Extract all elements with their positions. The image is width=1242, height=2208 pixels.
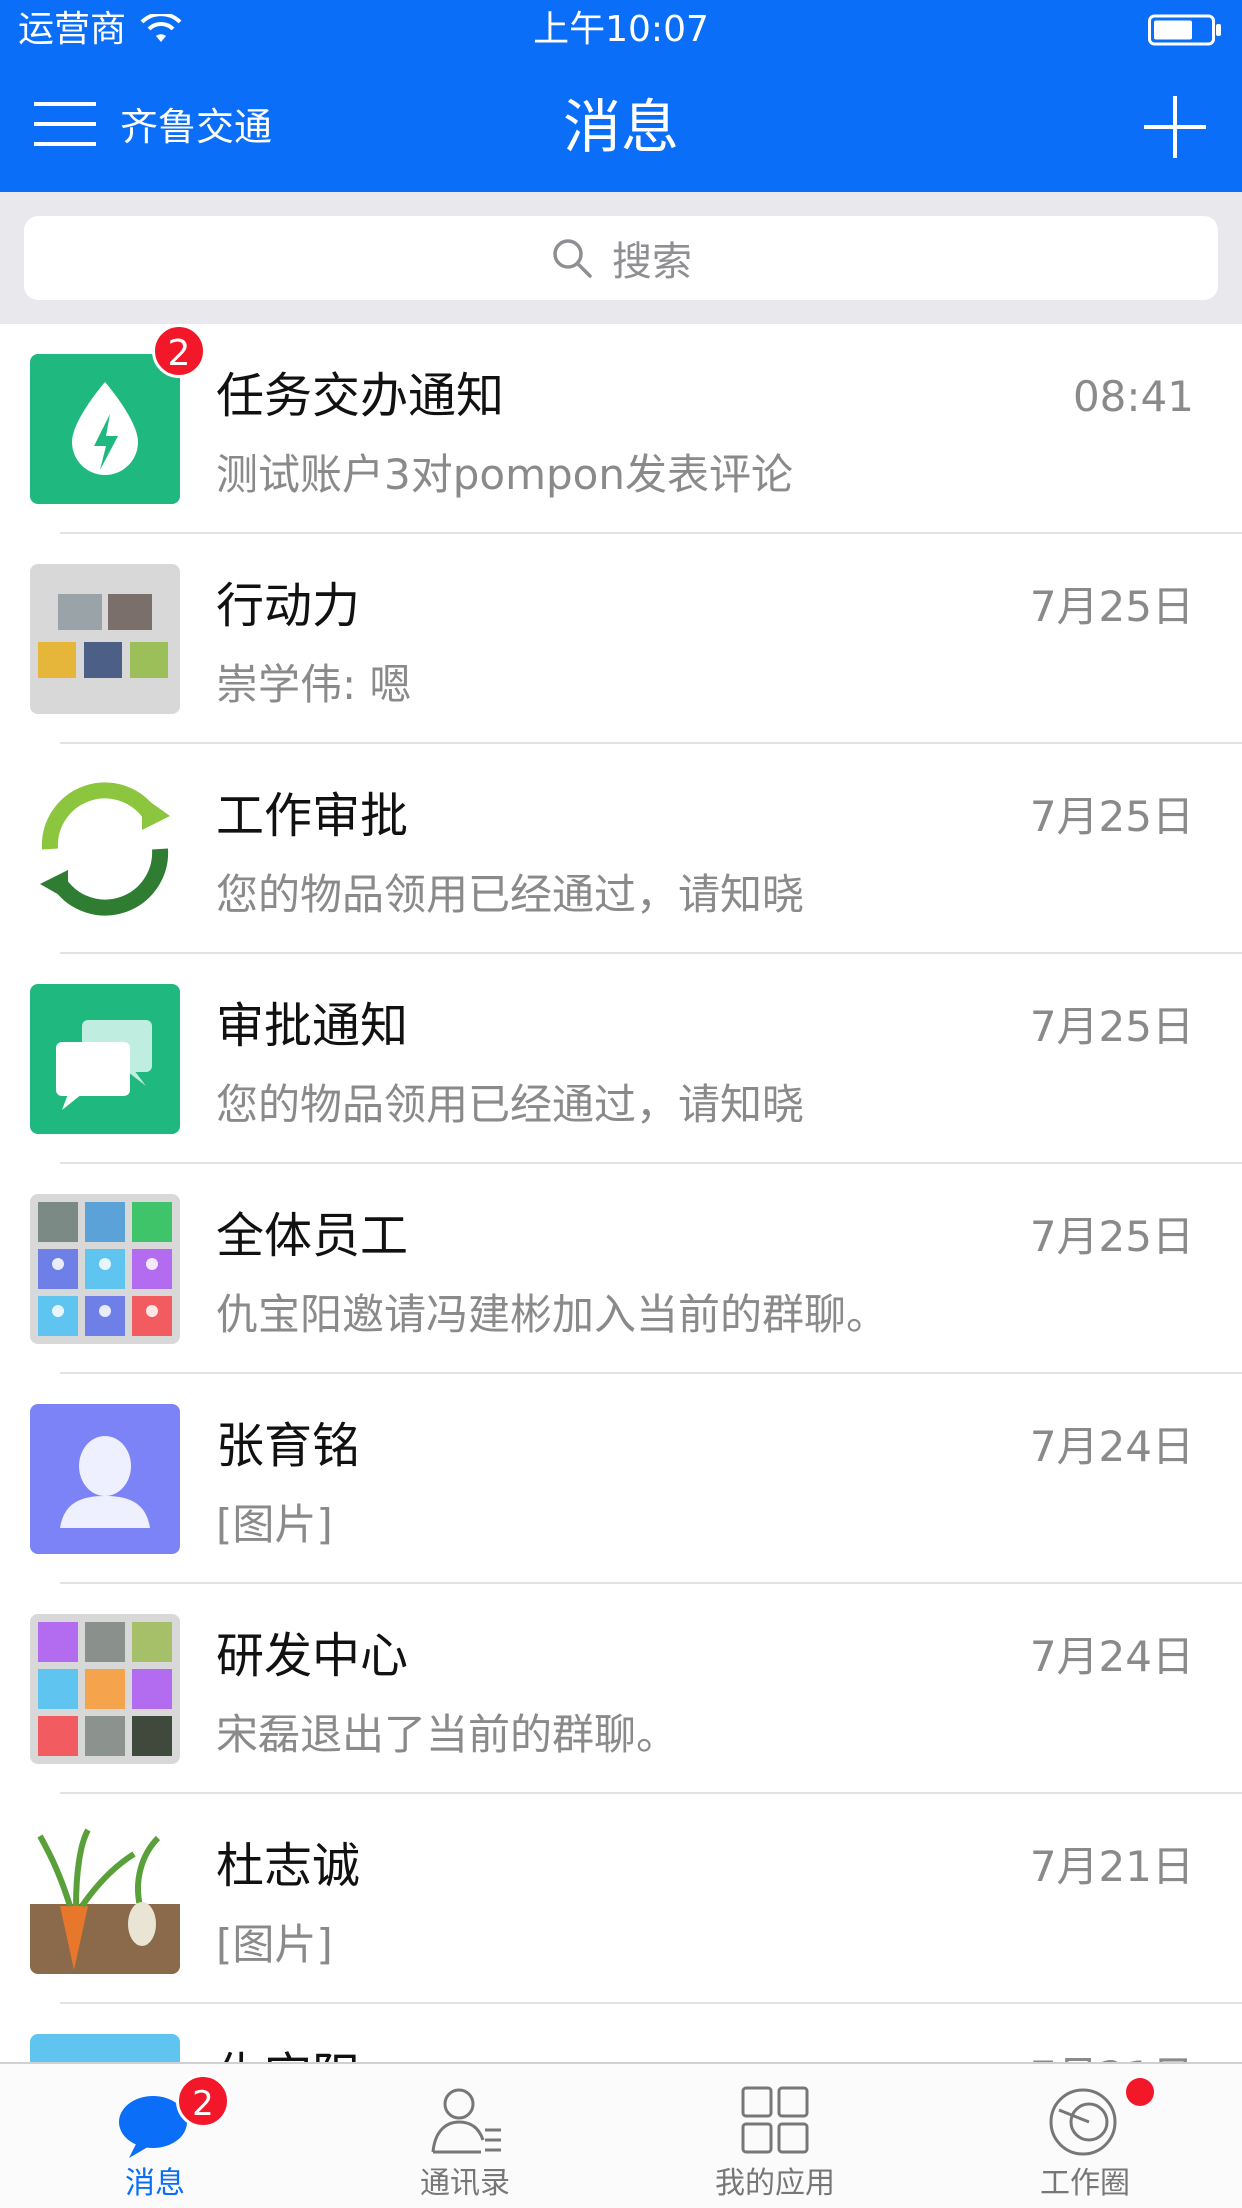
top-bar: 运营商 上午10:07 齐鲁交通 消息 xyxy=(0,0,1242,192)
conversation-preview: 您的物品领用已经通过，请知晓 xyxy=(216,1080,805,1129)
nav-bar: 齐鲁交通 消息 xyxy=(0,62,1242,192)
tab-label: 工作圈 xyxy=(1040,2166,1130,2201)
conversation-preview: 仇宝阳邀请冯建彬加入当前的群聊。 xyxy=(216,1290,889,1339)
conversation-item-xingdongli[interactable]: 行动力 7月25日 崇学伟: 嗯 xyxy=(0,534,1242,744)
tab-label: 消息 xyxy=(125,2166,185,2201)
contacts-icon xyxy=(431,2088,501,2154)
conversation-preview: 宋磊退出了当前的群聊。 xyxy=(216,1710,679,1759)
conversation-item-approval-notice[interactable]: 审批通知 7月25日 您的物品领用已经通过，请知晓 xyxy=(0,954,1242,1164)
tab-label: 通讯录 xyxy=(420,2166,510,2201)
status-time: 上午10:07 xyxy=(533,9,709,50)
tab-contacts[interactable]: 通讯录 xyxy=(310,2064,620,2208)
org-name[interactable]: 齐鲁交通 xyxy=(120,102,272,152)
tab-messages[interactable]: 2 消息 xyxy=(0,2064,310,2208)
droplet-bolt-icon xyxy=(30,354,180,504)
conversation-preview: [图片] xyxy=(216,1920,333,1969)
work-circle-icon xyxy=(1049,2088,1117,2156)
conversation-time: 7月25日 xyxy=(1029,582,1194,631)
carrot-photo xyxy=(30,1824,180,1974)
conversation-item-qiu-baoyang[interactable]: 仇宝阳 7月21日 xyxy=(0,2004,1242,2062)
group-avatar-grid xyxy=(30,564,180,714)
tab-work-circle[interactable]: 工作圈 xyxy=(930,2064,1240,2208)
notification-dot xyxy=(1126,2078,1154,2106)
unread-badge: 2 xyxy=(152,324,206,378)
conversation-name: 全体员工 xyxy=(216,1208,409,1264)
conversation-name: 研发中心 xyxy=(216,1628,409,1684)
conversation-time: 7月21日 xyxy=(1029,1842,1194,1891)
conversation-time: 7月24日 xyxy=(1029,1632,1194,1681)
person-silhouette-icon xyxy=(30,2034,180,2062)
conversation-name: 张育铭 xyxy=(216,1418,361,1474)
search-icon xyxy=(553,239,592,278)
search-placeholder: 搜索 xyxy=(612,239,692,285)
conversation-item-du-zhicheng[interactable]: 杜志诚 7月21日 [图片] xyxy=(0,1794,1242,2004)
menu-icon[interactable] xyxy=(30,92,102,156)
tab-bar: 2 消息 通讯录 我的应用 工作圈 xyxy=(0,2062,1242,2208)
conversation-item-all-staff[interactable]: 全体员工 7月25日 仇宝阳邀请冯建彬加入当前的群聊。 xyxy=(0,1164,1242,1374)
conversation-time: 7月25日 xyxy=(1029,792,1194,841)
conversation-item-rnd-center[interactable]: 研发中心 7月24日 宋磊退出了当前的群聊。 xyxy=(0,1584,1242,1794)
conversation-name: 杜志诚 xyxy=(216,1838,361,1894)
conversation-name: 审批通知 xyxy=(216,998,409,1054)
conversation-item-zhang-yuming[interactable]: 张育铭 7月24日 [图片] xyxy=(0,1374,1242,1584)
conversation-preview: [图片] xyxy=(216,1500,333,1549)
tab-my-apps[interactable]: 我的应用 xyxy=(620,2064,930,2208)
group-avatar-grid xyxy=(30,1614,180,1764)
conversation-name: 仇宝阳 xyxy=(216,2046,360,2062)
conversation-name: 工作审批 xyxy=(216,788,409,844)
person-silhouette-icon xyxy=(30,1404,180,1554)
search-bar-container: 搜索 xyxy=(0,192,1242,324)
conversation-time: 7月25日 xyxy=(1029,1212,1194,1261)
group-avatar-grid xyxy=(30,1194,180,1344)
search-input[interactable]: 搜索 xyxy=(24,216,1218,300)
battery-icon xyxy=(1148,14,1221,46)
conversation-time: 7月25日 xyxy=(1029,1002,1194,1051)
conversation-item-work-approval[interactable]: 工作审批 7月25日 您的物品领用已经通过，请知晓 xyxy=(0,744,1242,954)
conversation-time: 7月24日 xyxy=(1029,1422,1194,1471)
conversation-time: 7月21日 xyxy=(1030,2050,1194,2062)
apps-grid-icon xyxy=(741,2086,809,2154)
conversation-time: 08:41 xyxy=(1072,372,1194,421)
conversation-name: 任务交办通知 xyxy=(216,368,505,424)
conversation-preview: 测试账户3对pompon发表评论 xyxy=(216,450,793,499)
tab-label: 我的应用 xyxy=(715,2166,835,2201)
status-bar: 运营商 上午10:07 xyxy=(0,0,1242,62)
conversation-list[interactable]: 2 任务交办通知 08:41 测试账户3对pompon发表评论 行动力 7月25… xyxy=(0,324,1242,2062)
workflow-logo xyxy=(30,774,180,924)
conversation-preview: 您的物品领用已经通过，请知晓 xyxy=(216,870,805,919)
chat-bubbles-icon xyxy=(30,984,180,1134)
conversation-item-task-notice[interactable]: 2 任务交办通知 08:41 测试账户3对pompon发表评论 xyxy=(0,324,1242,534)
add-icon[interactable] xyxy=(1140,92,1210,162)
unread-badge: 2 xyxy=(176,2074,230,2128)
conversation-name: 行动力 xyxy=(216,578,361,634)
conversation-preview: 崇学伟: 嗯 xyxy=(216,660,412,709)
